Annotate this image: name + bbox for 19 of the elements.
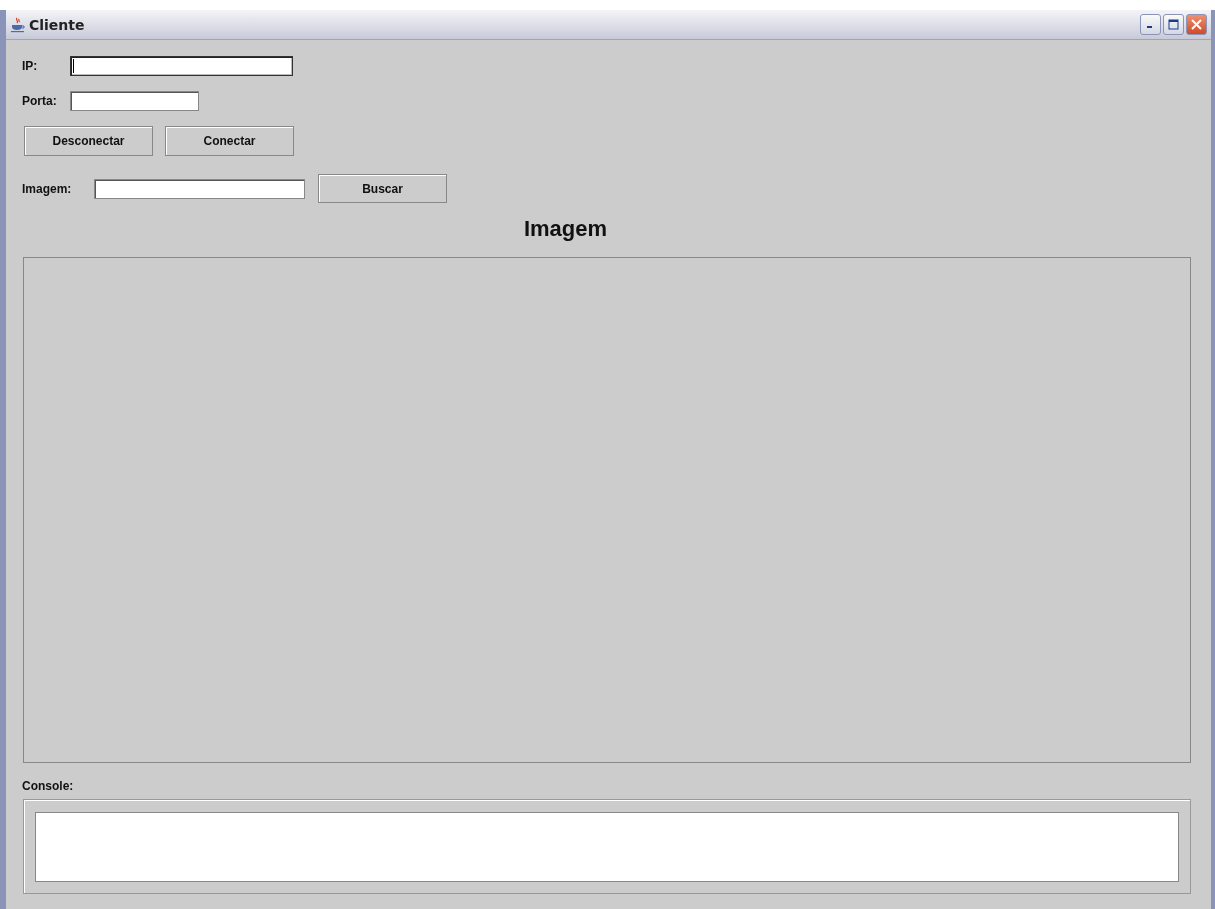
close-icon: [1191, 19, 1202, 30]
action-button[interactable]: Desconectar: [24, 126, 153, 156]
window-title: Cliente: [29, 16, 85, 33]
search-button[interactable]: Buscar: [318, 174, 447, 203]
console-area[interactable]: [35, 812, 1179, 882]
close-button[interactable]: [1186, 14, 1207, 35]
action-button[interactable]: Conectar: [165, 126, 294, 156]
field-label: IP:: [22, 59, 39, 73]
text-field[interactable]: [70, 56, 293, 76]
text-field[interactable]: [94, 178, 305, 199]
coffee-cup-icon: [10, 16, 26, 33]
section-heading: Imagem: [523, 216, 608, 242]
maximize-icon: [1168, 19, 1179, 30]
field-label: Porta:: [22, 94, 58, 108]
text-field[interactable]: [70, 91, 199, 111]
maximize-button[interactable]: [1163, 14, 1184, 35]
field-label: Imagem:: [22, 181, 73, 196]
minimize-button[interactable]: [1140, 14, 1161, 35]
console-label: Console:: [22, 779, 74, 793]
